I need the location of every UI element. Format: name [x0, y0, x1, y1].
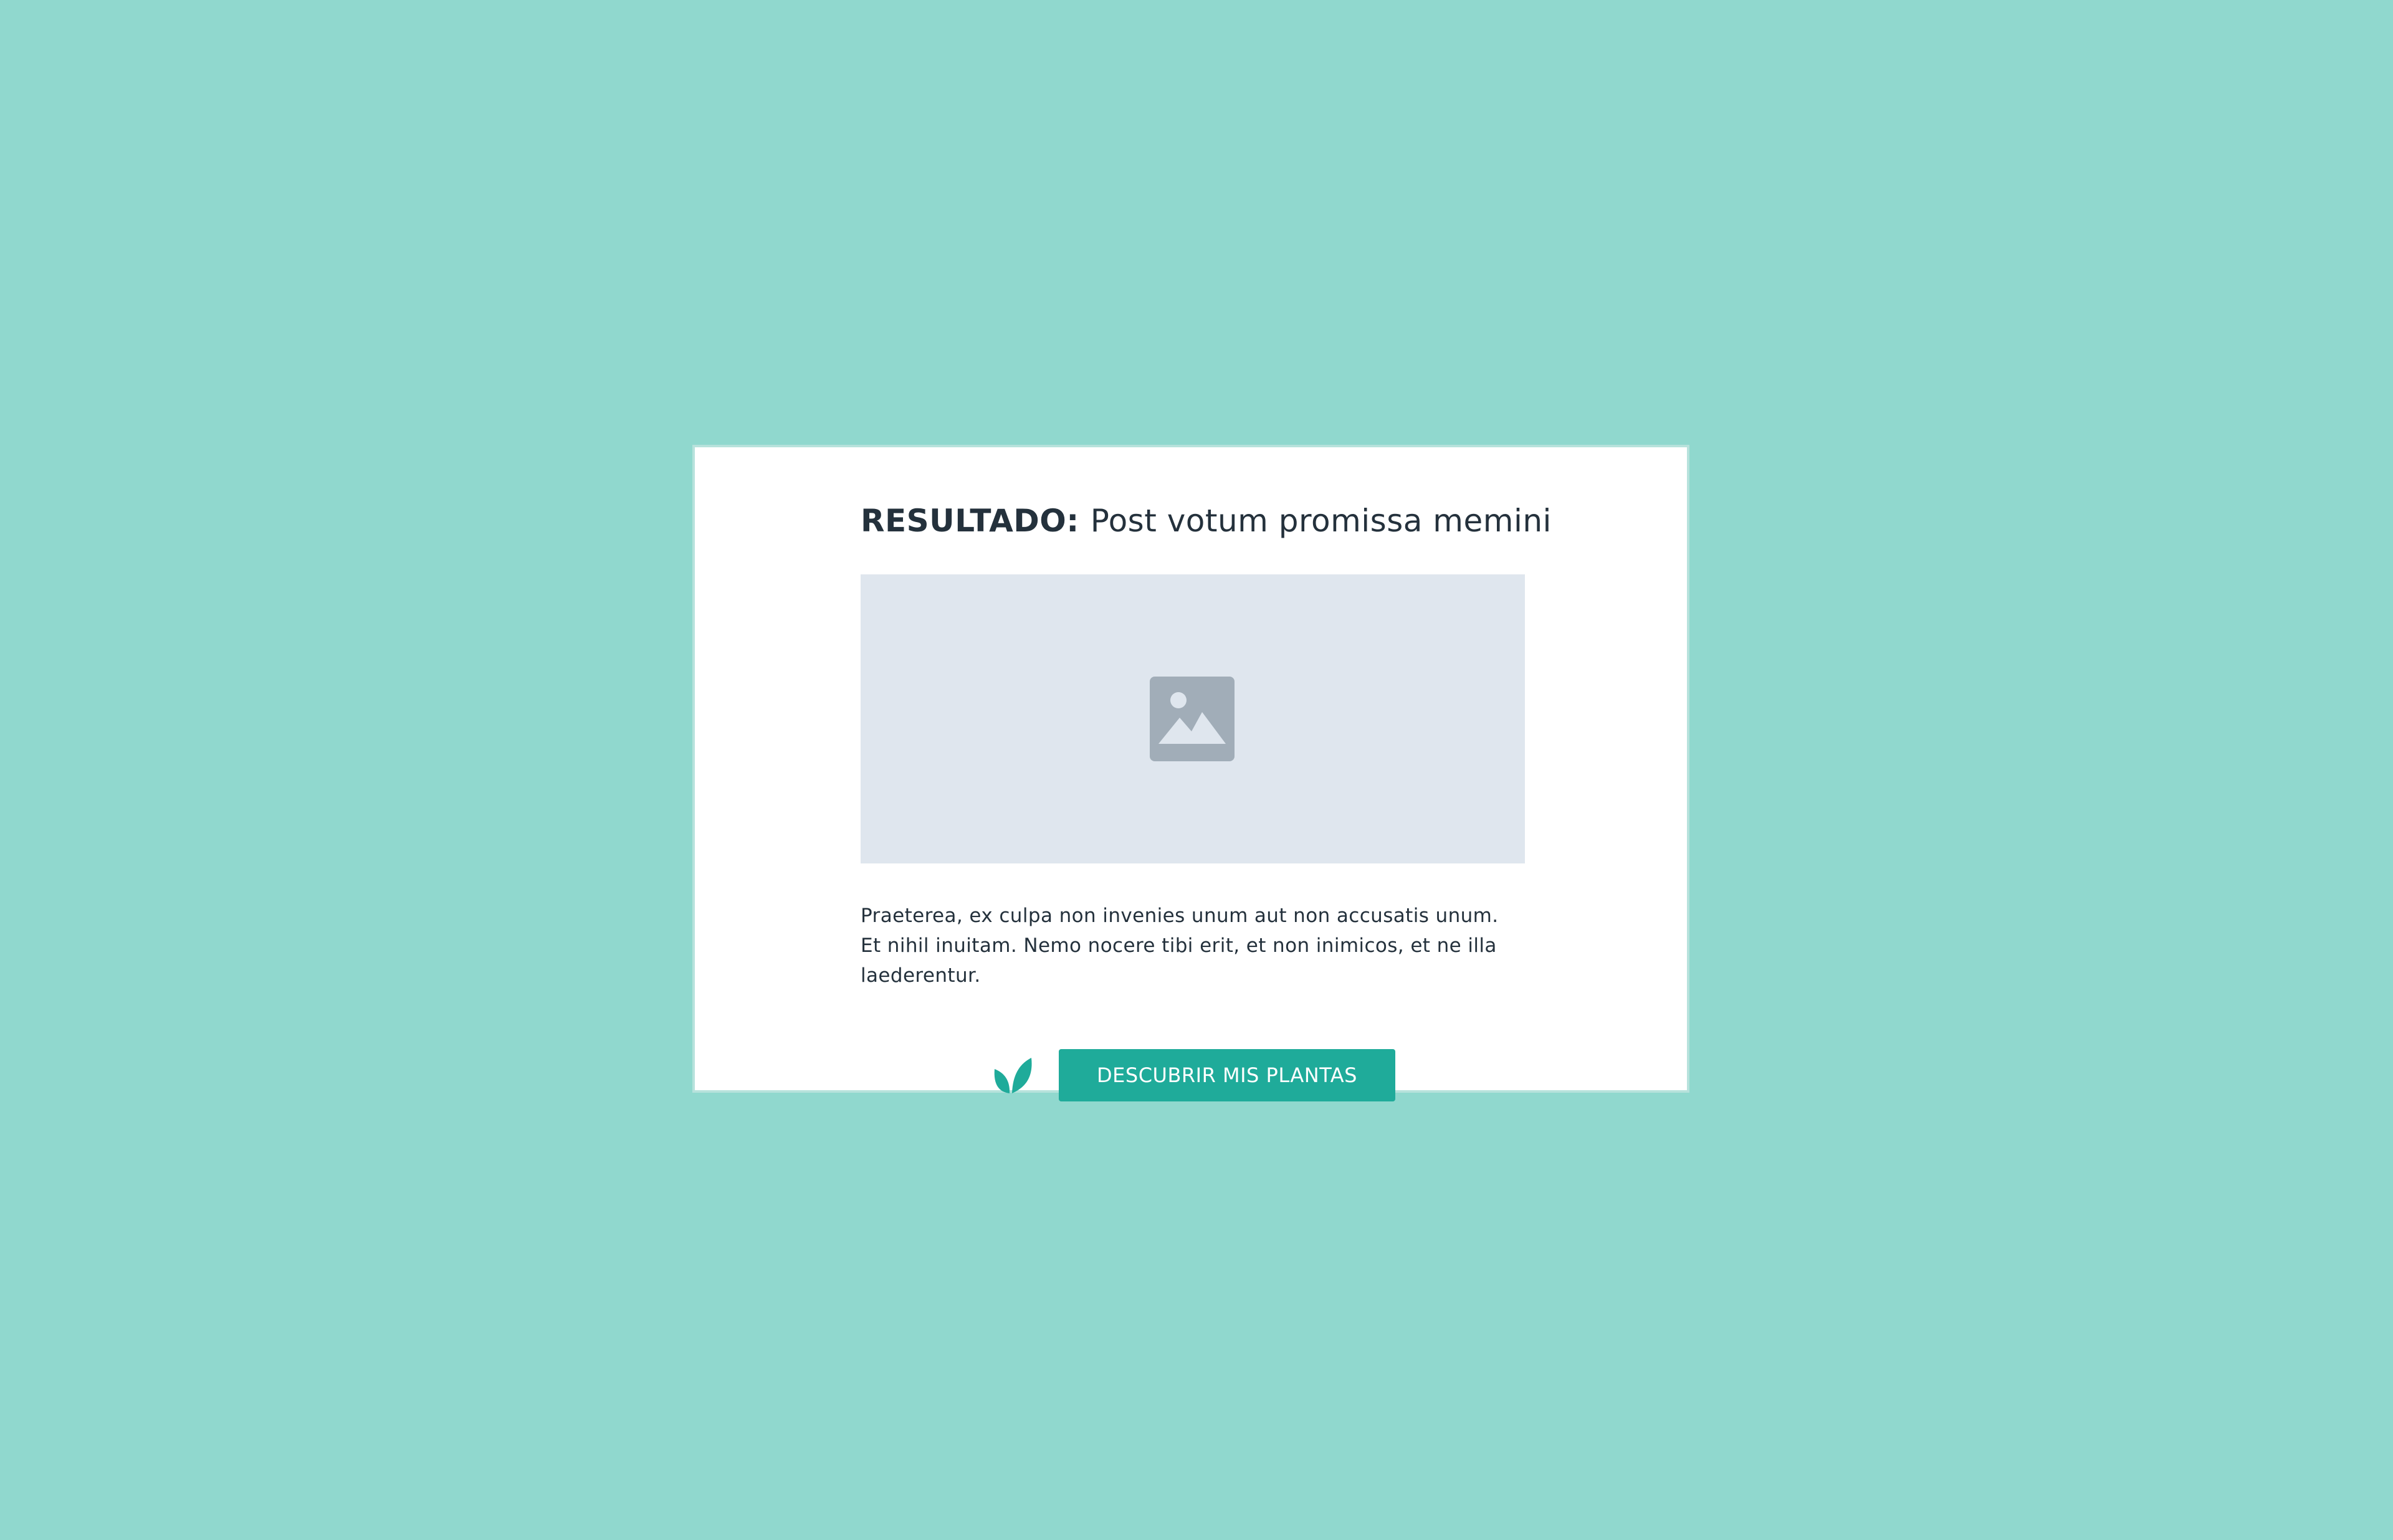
result-title-text: Post votum promissa memini	[1090, 503, 1552, 539]
discover-plants-button[interactable]: DESCUBRIR MIS PLANTAS	[1059, 1049, 1395, 1101]
image-placeholder-icon	[1150, 677, 1235, 761]
result-card: RESULTADO: Post votum promissa memini Pr…	[692, 445, 1689, 1101]
cta-row: DESCUBRIR MIS PLANTAS	[991, 1049, 1395, 1101]
result-title: RESULTADO: Post votum promissa memini	[861, 501, 1551, 541]
result-description: Praeterea, ex culpa non invenies unum au…	[861, 905, 1499, 987]
image-placeholder	[861, 574, 1525, 863]
result-title-label: RESULTADO:	[861, 503, 1079, 539]
result-content: RESULTADO: Post votum promissa memini Pr…	[861, 501, 1551, 1101]
leaf-icon	[994, 1058, 1032, 1093]
